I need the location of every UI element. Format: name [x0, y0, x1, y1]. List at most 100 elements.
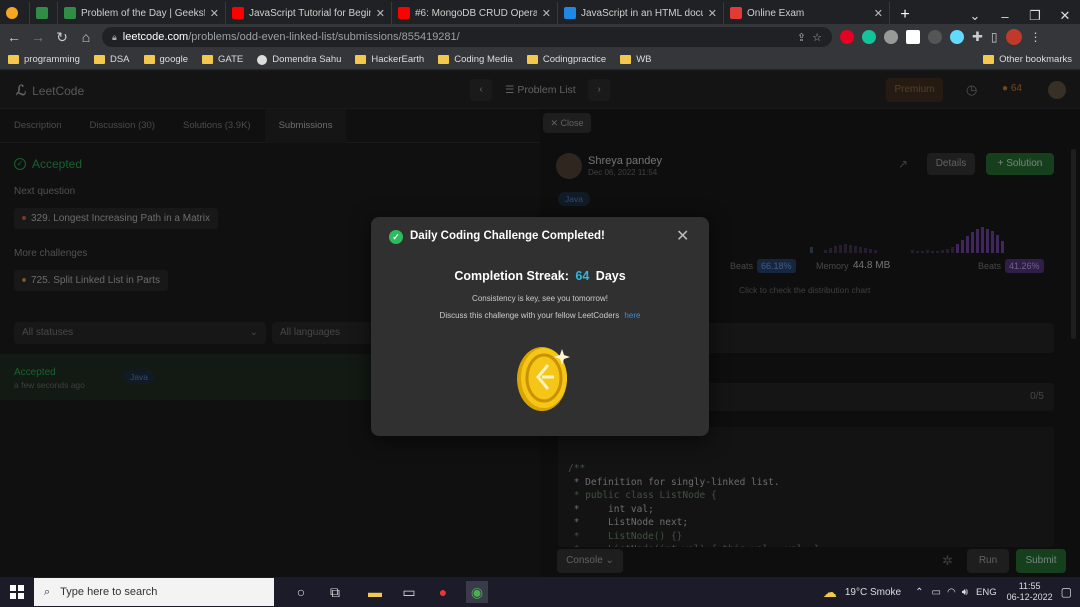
restore-icon[interactable]: ❐ [1020, 8, 1050, 24]
url-host: leetcode.com [122, 31, 189, 43]
bookmark-wb[interactable]: WB [620, 54, 652, 65]
folder-icon [93, 55, 105, 64]
modal-title: Daily Coding Challenge Completed! [410, 230, 605, 242]
profile-avatar-icon[interactable] [1005, 29, 1022, 45]
app-icon[interactable]: ▭ [398, 581, 420, 603]
browser-tab-strip: Problem of the Day | GeeksforGe ✕ JavaSc… [0, 0, 1080, 24]
bookmark-other[interactable]: Other bookmarks [983, 54, 1072, 65]
react-extension-icon[interactable] [950, 30, 964, 44]
folder-icon [202, 55, 214, 64]
bookmark-codingpractice[interactable]: Codingpractice [526, 54, 606, 65]
close-tab-icon[interactable]: ✕ [874, 7, 883, 20]
grammarly-extension-icon[interactable] [862, 30, 876, 44]
s-extension-icon[interactable] [906, 30, 920, 44]
folder-icon [355, 55, 367, 64]
pinterest-extension-icon[interactable] [840, 30, 854, 44]
tab-js-html[interactable]: JavaScript in an HTML documen ✕ [558, 2, 724, 24]
lock-icon: 🔒︎ [112, 31, 117, 42]
bookmark-star-icon[interactable]: ☆ [812, 31, 822, 44]
tab-mongodb[interactable]: #6: MongoDB CRUD Operati ✕ [392, 2, 558, 24]
modal-close-icon[interactable]: ✕ [676, 226, 689, 246]
tab-label: #6: MongoDB CRUD Operati [415, 7, 537, 19]
globe-icon [257, 54, 268, 65]
gfg-favicon-icon [64, 7, 76, 19]
bookmark-domendra-sahu[interactable]: Domendra Sahu [257, 54, 341, 65]
cortana-icon[interactable]: ○ [290, 581, 312, 603]
forward-icon[interactable]: → [30, 29, 46, 45]
url-path: /problems/odd-even-linked-list/submissio… [188, 31, 460, 43]
wifi-icon[interactable]: ◠ [947, 587, 956, 598]
folder-icon [620, 55, 632, 64]
bookmark-google[interactable]: google [143, 54, 188, 65]
tab-leetcode-active[interactable] [0, 2, 30, 24]
network-icon[interactable]: ▭ [932, 587, 941, 598]
puzzle-extensions-icon[interactable]: ✚ [972, 29, 983, 45]
tab-label: JavaScript in an HTML documen [581, 7, 703, 19]
chrome-menu-icon[interactable]: ⋮ [1030, 30, 1042, 44]
clock[interactable]: 11:55 06-12-2022 [1007, 581, 1053, 603]
tab-search-icon[interactable]: ⌄ [960, 8, 990, 24]
chrome-icon[interactable]: ◉ [466, 581, 488, 603]
challenge-completed-modal: ✓ Daily Coding Challenge Completed! ✕ Co… [371, 217, 709, 436]
url-input[interactable]: 🔒︎ leetcode.com/problems/odd-even-linked… [102, 27, 832, 47]
tab-label: Problem of the Day | GeeksforGe [81, 7, 205, 19]
reload-icon[interactable]: ↻ [54, 29, 70, 46]
search-icon: ⌕ [44, 585, 51, 598]
discuss-here-link[interactable]: here [624, 311, 640, 320]
back-icon[interactable]: ← [6, 29, 22, 45]
task-view-icon[interactable]: ⧉ [324, 581, 346, 603]
video-favicon-icon [564, 7, 576, 19]
close-tab-icon[interactable]: ✕ [376, 7, 385, 20]
tab-label: Online Exam [747, 7, 805, 19]
bookmark-gate[interactable]: GATE [202, 54, 243, 65]
youtube-favicon-icon [232, 7, 244, 19]
input-language[interactable]: ENG [976, 587, 997, 598]
consistency-text: Consistency is key, see you tomorrow! [472, 294, 608, 303]
completion-streak: Completion Streak: 64 Days [454, 269, 626, 283]
close-tab-icon[interactable]: ✕ [210, 7, 219, 20]
close-tab-icon[interactable]: ✕ [708, 7, 717, 20]
bookmark-coding-media[interactable]: Coding Media [438, 54, 513, 65]
leetcode-favicon-icon [6, 7, 18, 19]
file-explorer-icon[interactable]: ▬ [364, 581, 386, 603]
folder-icon [526, 55, 538, 64]
tab-label: JavaScript Tutorial for Beginners [249, 7, 371, 19]
bookmark-dsa[interactable]: DSA [93, 54, 130, 65]
windows-start-icon[interactable] [10, 585, 24, 599]
discuss-text: Discuss this challenge with your fellow … [439, 311, 641, 320]
tray-chevron-icon[interactable]: ⌃ [915, 587, 923, 598]
share-icon[interactable]: ⇪ [797, 31, 806, 44]
folder-icon [983, 55, 995, 64]
folder-icon [143, 55, 155, 64]
windows-taskbar: ⌕ Type here to search ○ ⧉ ▬ ▭ ● ◉ ☁ 19°C… [0, 577, 1080, 607]
extension-icon[interactable] [884, 30, 898, 44]
tab-online-exam[interactable]: Online Exam ✕ [724, 2, 890, 24]
tab-gfg-potd[interactable]: Problem of the Day | GeeksforGe ✕ [58, 2, 226, 24]
screenshot-extension-icon[interactable] [928, 30, 942, 44]
bookmarks-bar: programming DSA google GATE Domendra Sah… [0, 50, 1080, 70]
side-panel-icon[interactable]: ▯ [991, 30, 998, 44]
streak-value: 64 [575, 269, 590, 283]
taskbar-search-input[interactable]: ⌕ Type here to search [34, 578, 274, 606]
bookmark-hackerearth[interactable]: HackerEarth [355, 54, 424, 65]
gfg-favicon-icon [36, 7, 48, 19]
youtube-app-icon[interactable]: ● [432, 581, 454, 603]
minimize-icon[interactable]: – [990, 9, 1020, 24]
check-circle-icon: ✓ [389, 230, 403, 244]
youtube-favicon-icon [398, 7, 410, 19]
folder-icon [438, 55, 450, 64]
close-tab-icon[interactable]: ✕ [542, 7, 551, 20]
window-close-icon[interactable]: ✕ [1050, 8, 1080, 24]
notifications-icon[interactable]: ▢ [1061, 585, 1072, 599]
tab-js-tutorial[interactable]: JavaScript Tutorial for Beginners ✕ [226, 2, 392, 24]
folder-icon [8, 55, 19, 64]
home-icon[interactable]: ⌂ [78, 29, 94, 45]
new-tab-icon[interactable]: + [890, 6, 920, 24]
volume-icon[interactable]: 🔊︎ [962, 587, 968, 598]
weather-text[interactable]: 19°C Smoke [845, 587, 901, 598]
address-bar-row: ← → ↻ ⌂ 🔒︎ leetcode.com/problems/odd-eve… [0, 24, 1080, 50]
tab-gfg-pinned[interactable] [30, 2, 58, 24]
exam-favicon-icon [730, 7, 742, 19]
weather-icon[interactable]: ☁ [819, 581, 841, 603]
bookmark-programming[interactable]: programming [8, 54, 80, 65]
